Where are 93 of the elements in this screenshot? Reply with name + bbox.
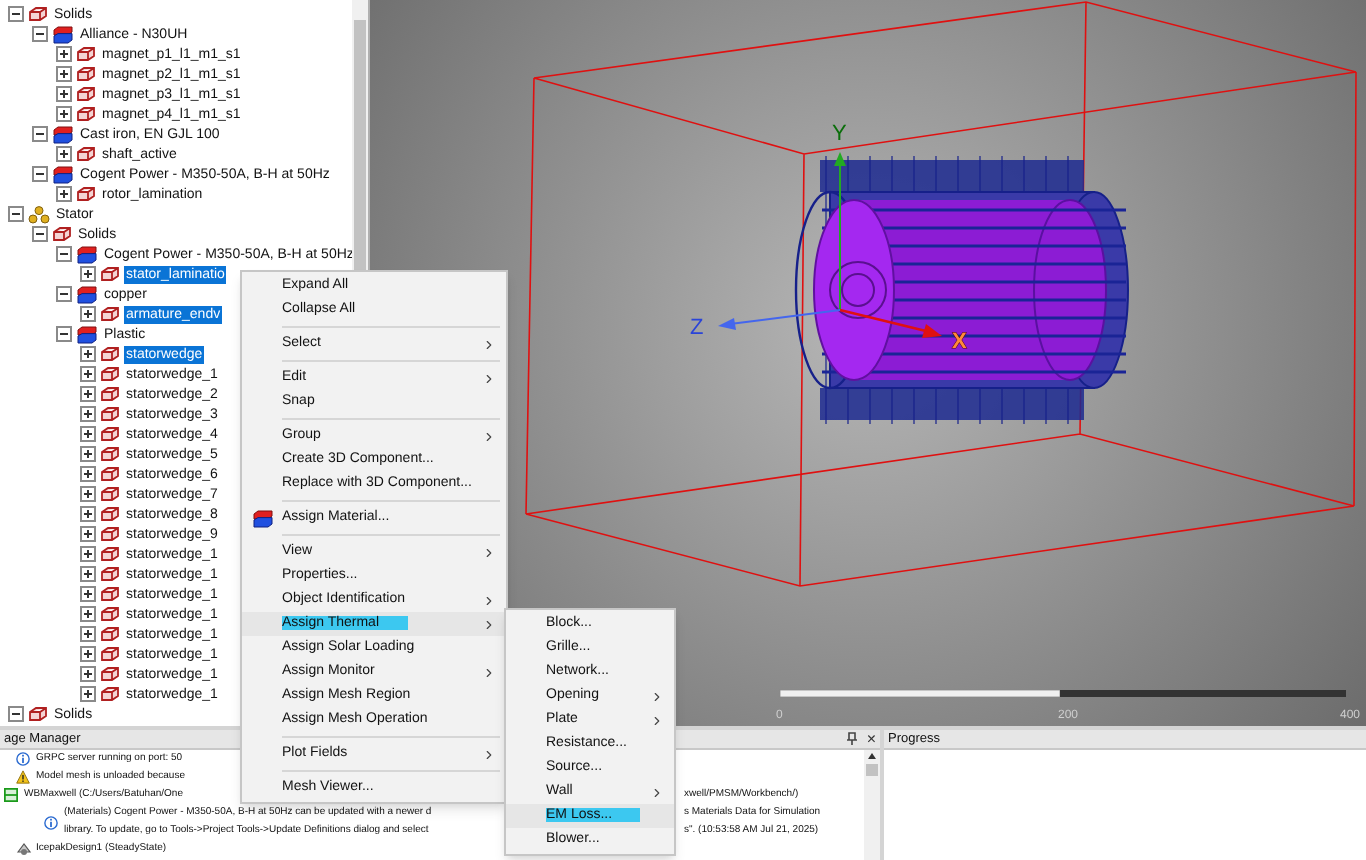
block-icon [76, 46, 96, 62]
block-icon [100, 566, 120, 582]
block-icon [100, 546, 120, 562]
tree-toggle-icon[interactable] [56, 186, 72, 202]
block-icon [28, 6, 48, 22]
block-icon [100, 386, 120, 402]
material-icon [76, 325, 98, 343]
tree-toggle-icon[interactable] [80, 526, 96, 542]
x-axis-arrow [839, 308, 942, 338]
axis-label: Z [690, 316, 704, 340]
tree-toggle-icon[interactable] [56, 46, 72, 62]
tree-toggle-icon[interactable] [80, 306, 96, 322]
close-button[interactable]: × [866, 731, 876, 747]
material-icon [251, 509, 273, 527]
material-icon [52, 125, 74, 143]
tree-toggle-icon[interactable] [80, 646, 96, 662]
tree-toggle-icon[interactable] [80, 466, 96, 482]
spheres-icon [28, 205, 50, 223]
tree-toggle-icon[interactable] [32, 126, 48, 142]
block-icon [76, 106, 96, 122]
tree-toggle-icon[interactable] [56, 86, 72, 102]
chevron-right-icon [482, 545, 496, 559]
tree-toggle-icon[interactable] [80, 626, 96, 642]
block-icon [100, 526, 120, 542]
tree-toggle-icon[interactable] [8, 706, 24, 722]
chevron-right-icon [482, 371, 496, 385]
tree-toggle-icon[interactable] [80, 426, 96, 442]
block-icon [52, 226, 72, 242]
tree-toggle-icon[interactable] [56, 106, 72, 122]
tree-toggle-icon[interactable] [80, 366, 96, 382]
tree-toggle-icon[interactable] [56, 66, 72, 82]
block-icon [100, 306, 120, 322]
design-icon [16, 842, 32, 856]
scrollbar-thumb[interactable] [866, 764, 878, 776]
tree-toggle-icon[interactable] [80, 446, 96, 462]
block-icon [100, 446, 120, 462]
material-icon [52, 25, 74, 43]
block-icon [100, 366, 120, 382]
block-icon [100, 586, 120, 602]
block-icon [100, 606, 120, 622]
warning-icon [16, 770, 30, 784]
tree-toggle-icon[interactable] [80, 406, 96, 422]
axis-label: Y [832, 122, 847, 146]
chevron-right-icon [482, 665, 496, 679]
block-icon [76, 146, 96, 162]
block-icon [100, 646, 120, 662]
block-icon [100, 346, 120, 362]
material-icon [76, 245, 98, 263]
pin-icon[interactable] [846, 732, 859, 746]
block-icon [100, 686, 120, 702]
block-icon [100, 486, 120, 502]
tree-toggle-icon[interactable] [80, 666, 96, 682]
z-axis-arrow [718, 309, 841, 330]
material-icon [76, 285, 98, 303]
info-icon [44, 815, 58, 829]
axis-label: X [952, 330, 967, 354]
block-icon [76, 186, 96, 202]
tree-toggle-icon[interactable] [80, 606, 96, 622]
tree-toggle-icon[interactable] [80, 686, 96, 702]
block-icon [76, 86, 96, 102]
block-icon [100, 266, 120, 282]
tree-toggle-icon[interactable] [80, 586, 96, 602]
tree-toggle-icon[interactable] [80, 486, 96, 502]
tree-toggle-icon[interactable] [32, 26, 48, 42]
tree-toggle-icon[interactable] [56, 146, 72, 162]
block-icon [100, 506, 120, 522]
project-icon [4, 788, 18, 802]
tree-toggle-icon[interactable] [8, 6, 24, 22]
block-icon [100, 626, 120, 642]
block-icon [28, 706, 48, 722]
chevron-right-icon [482, 429, 496, 443]
info-icon [16, 752, 30, 766]
material-icon [52, 165, 74, 183]
block-icon [76, 66, 96, 82]
chevron-right-icon [482, 337, 496, 351]
tree-toggle-icon[interactable] [80, 386, 96, 402]
block-icon [100, 426, 120, 442]
tree-toggle-icon[interactable] [56, 286, 72, 302]
tree-toggle-icon[interactable] [80, 546, 96, 562]
block-icon [100, 666, 120, 682]
tree-toggle-icon[interactable] [56, 246, 72, 262]
tree-toggle-icon[interactable] [32, 226, 48, 242]
tree-toggle-icon[interactable] [56, 326, 72, 342]
tree-toggle-icon[interactable] [80, 566, 96, 582]
block-icon [100, 466, 120, 482]
chevron-right-icon [650, 785, 664, 799]
tree-toggle-icon[interactable] [80, 346, 96, 362]
block-icon [100, 406, 120, 422]
tree-toggle-icon[interactable] [80, 266, 96, 282]
chevron-right-icon [482, 747, 496, 761]
tree-toggle-icon[interactable] [32, 166, 48, 182]
tree-toggle-icon[interactable] [8, 206, 24, 222]
tree-toggle-icon[interactable] [80, 506, 96, 522]
